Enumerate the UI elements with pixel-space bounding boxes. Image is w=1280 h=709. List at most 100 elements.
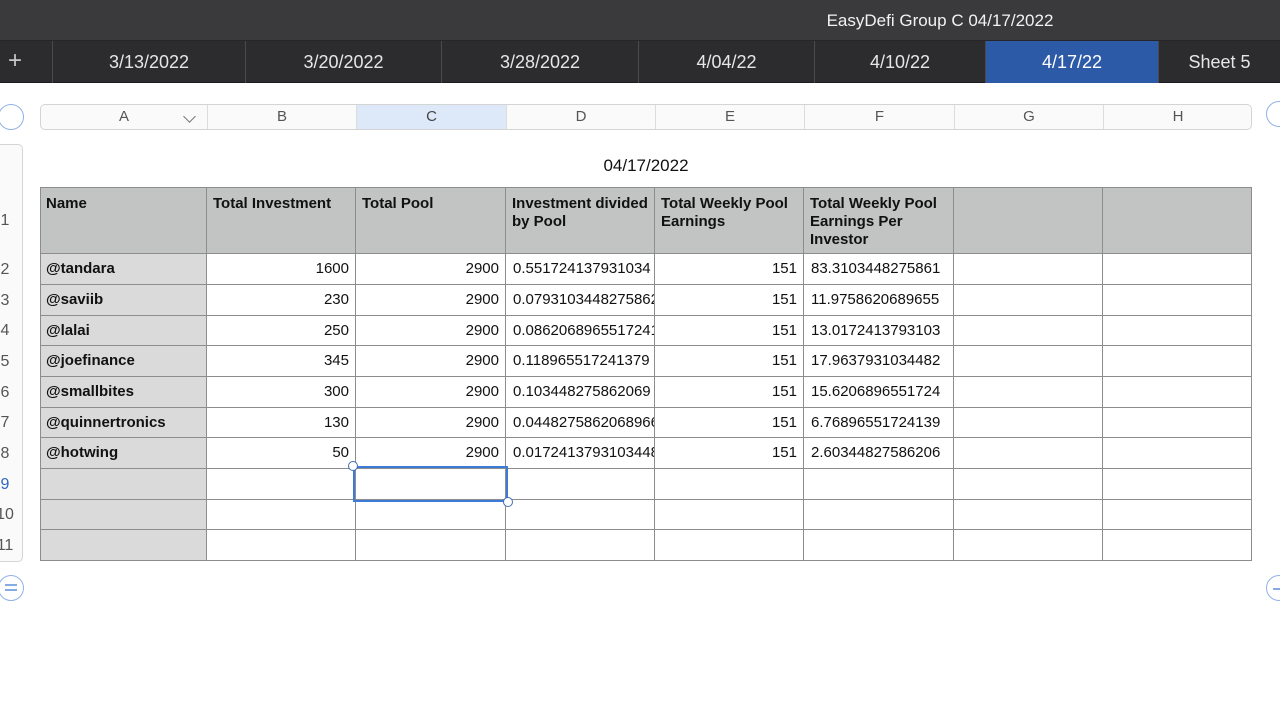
table-cell[interactable] [1103, 254, 1252, 285]
name-cell[interactable]: @quinnertronics [40, 408, 207, 438]
column-header[interactable]: B [208, 105, 357, 129]
header-cell[interactable]: Total Weekly Pool Earnings [655, 187, 804, 254]
column-header[interactable]: G [955, 105, 1104, 129]
column-header[interactable]: H [1104, 105, 1251, 129]
header-cell[interactable]: Total Weekly Pool Earnings Per Investor [804, 187, 954, 254]
table-cell[interactable] [207, 530, 356, 561]
table-cell[interactable]: 13.0172413793103 [804, 316, 954, 346]
table-cell[interactable]: 130 [207, 408, 356, 438]
table-cell[interactable]: 2900 [356, 346, 506, 377]
column-header[interactable]: E [656, 105, 805, 129]
row-header[interactable]: 9 [0, 476, 16, 494]
table-cell[interactable]: 2900 [356, 408, 506, 438]
table-cell[interactable] [954, 316, 1103, 346]
sheet-tab[interactable]: 4/04/22 [638, 41, 814, 83]
sheet-tab[interactable]: 3/13/2022 [52, 41, 245, 83]
row-header[interactable]: 11 [0, 537, 16, 555]
table-cell[interactable]: 1600 [207, 254, 356, 285]
table-cell[interactable]: 2900 [356, 438, 506, 469]
table-cell[interactable] [954, 469, 1103, 500]
table-cell[interactable]: 0.103448275862069 [506, 377, 655, 408]
selection-handle-bottom[interactable] [503, 497, 513, 507]
sheet-tab[interactable]: 4/17/22 [985, 41, 1158, 83]
name-cell[interactable]: @saviib [40, 285, 207, 316]
table-cell[interactable]: 2900 [356, 254, 506, 285]
table-cell[interactable] [1103, 316, 1252, 346]
table-cell[interactable] [1103, 438, 1252, 469]
table-cell[interactable]: 17.9637931034482 [804, 346, 954, 377]
table-cell[interactable]: 2900 [356, 316, 506, 346]
name-cell[interactable]: @lalai [40, 316, 207, 346]
table-cell[interactable]: 83.3103448275861 [804, 254, 954, 285]
table-cell[interactable]: 0.551724137931034 [506, 254, 655, 285]
table-cell[interactable] [954, 346, 1103, 377]
table-cell[interactable] [954, 438, 1103, 469]
header-cell[interactable] [954, 187, 1103, 254]
table-cell[interactable]: 230 [207, 285, 356, 316]
table-cell[interactable]: 15.6206896551724 [804, 377, 954, 408]
header-cell[interactable]: Investment divided by Pool [506, 187, 655, 254]
table-cell[interactable]: 2.60344827586206 [804, 438, 954, 469]
table-cell[interactable]: 0.0793103448275862 [506, 285, 655, 316]
row-header[interactable]: 4 [0, 322, 16, 340]
table-cell[interactable] [356, 530, 506, 561]
sheet-tab[interactable]: 4/10/22 [814, 41, 985, 83]
table-cell[interactable]: 50 [207, 438, 356, 469]
table-cell[interactable]: 300 [207, 377, 356, 408]
table-cell[interactable] [506, 530, 655, 561]
name-cell[interactable] [40, 530, 207, 561]
column-header[interactable]: D [507, 105, 656, 129]
table-cell[interactable]: 151 [655, 438, 804, 469]
table-cell[interactable]: 6.76896551724139 [804, 408, 954, 438]
row-header[interactable]: 5 [0, 353, 16, 371]
sheet-tab[interactable]: Sheet 5 [1158, 41, 1280, 83]
table-cell[interactable]: 0.118965517241379 [506, 346, 655, 377]
sheet-tab[interactable]: 3/20/2022 [245, 41, 441, 83]
row-header[interactable]: 2 [0, 261, 16, 279]
table-cell[interactable]: 151 [655, 377, 804, 408]
table-cell[interactable] [655, 500, 804, 530]
table-cell[interactable] [1103, 285, 1252, 316]
table-cell[interactable]: 0.0862068965517241 [506, 316, 655, 346]
table-cell[interactable]: 151 [655, 254, 804, 285]
column-handle-minus-icon[interactable] [1266, 575, 1280, 601]
table-cell[interactable] [954, 530, 1103, 561]
table-cell[interactable] [1103, 530, 1252, 561]
row-header[interactable]: 1 [0, 212, 16, 230]
name-cell[interactable]: @hotwing [40, 438, 207, 469]
header-cell[interactable] [1103, 187, 1252, 254]
name-cell[interactable]: @joefinance [40, 346, 207, 377]
table-cell[interactable] [804, 500, 954, 530]
table-cell[interactable] [954, 408, 1103, 438]
row-header[interactable]: 10 [0, 506, 16, 524]
column-handle-circle-icon[interactable] [1266, 101, 1280, 127]
table-cell[interactable] [954, 254, 1103, 285]
table-cell[interactable] [954, 285, 1103, 316]
table-cell[interactable]: 151 [655, 346, 804, 377]
table-cell[interactable] [207, 469, 356, 500]
selected-cell-c9[interactable] [353, 466, 508, 502]
name-cell[interactable] [40, 500, 207, 530]
table-cell[interactable] [804, 469, 954, 500]
selection-handle-top[interactable] [348, 461, 358, 471]
row-handle-equals-icon[interactable] [0, 575, 24, 601]
table-cell[interactable]: 11.9758620689655 [804, 285, 954, 316]
table-cell[interactable] [1103, 377, 1252, 408]
table-cell[interactable] [1103, 469, 1252, 500]
table-cell[interactable] [655, 469, 804, 500]
table-cell[interactable] [506, 500, 655, 530]
table-cell[interactable]: 0.0448275862068966 [506, 408, 655, 438]
table-cell[interactable]: 345 [207, 346, 356, 377]
row-header[interactable]: 6 [0, 384, 16, 402]
table-cell[interactable]: 0.0172413793103448 [506, 438, 655, 469]
table-cell[interactable] [1103, 408, 1252, 438]
table-cell[interactable]: 151 [655, 408, 804, 438]
header-cell[interactable]: Total Investment [207, 187, 356, 254]
table-cell[interactable] [356, 500, 506, 530]
table-cell[interactable] [207, 500, 356, 530]
row-header[interactable]: 7 [0, 414, 16, 432]
header-cell[interactable]: Total Pool [356, 187, 506, 254]
table-cell[interactable]: 151 [655, 285, 804, 316]
table-select-circle-icon[interactable] [0, 104, 24, 130]
table-cell[interactable] [804, 530, 954, 561]
